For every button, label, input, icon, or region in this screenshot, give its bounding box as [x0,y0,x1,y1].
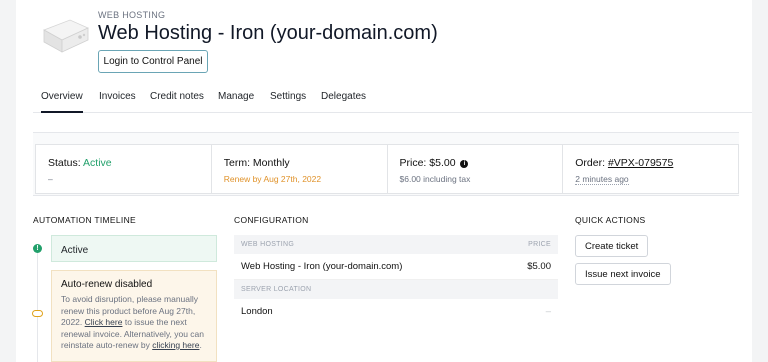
issue-invoice-link[interactable]: Click here [85,317,123,327]
price-column-header: PRICE [528,241,551,248]
link-icon [32,310,43,317]
order-label: Order: [575,157,606,169]
configuration-heading: CONFIGURATION [234,215,309,225]
tab-invoices[interactable]: Invoices [99,91,136,102]
page-title: Web Hosting - Iron (your-domain.com) [98,22,438,44]
price-value: $5.00 [429,157,456,169]
issue-next-invoice-button[interactable]: Issue next invoice [575,263,671,285]
warn-text: . [199,340,202,350]
auto-renew-title: Auto-renew disabled [61,279,153,290]
location-price: – [545,306,551,317]
tab-settings[interactable]: Settings [270,91,306,102]
tab-manage[interactable]: Manage [218,91,254,102]
timeline-line [37,247,38,362]
server-box-icon [43,19,89,53]
page: WEB HOSTING Web Hosting - Iron (your-dom… [16,0,752,362]
term-label: Term: [223,157,250,169]
term-value: Monthly [252,157,290,169]
status-sub: – [48,174,53,184]
config-row: London – [234,299,558,324]
order-link[interactable]: #VPX-079575 [608,157,673,169]
price-card: Price: $5.00 i $6.00 including tax [388,145,564,193]
price-label: Price: [399,157,427,169]
login-control-panel-button[interactable]: Login to Control Panel [98,50,208,73]
term-card: Term: Monthly Renew by Aug 27th, 2022 [212,145,388,193]
tab-credit-notes[interactable]: Credit notes [150,91,204,102]
group-label: SERVER LOCATION [241,286,312,293]
status-card: Status: Active – [36,145,212,193]
create-ticket-button[interactable]: Create ticket [575,235,649,257]
group-label: WEB HOSTING [241,241,295,248]
product-category: WEB HOSTING [98,10,166,20]
configuration-table: WEB HOSTING PRICE Web Hosting - Iron (yo… [234,235,558,324]
tab-overview[interactable]: Overview [41,91,83,113]
status-badge: Active [83,157,112,169]
server-location: London [241,306,273,317]
timeline-active: Active [51,235,217,262]
config-group-header: SERVER LOCATION [234,280,558,299]
price-including-tax: $6.00 including tax [399,174,471,184]
check-circle-icon: ! [33,244,42,253]
quick-actions-heading: QUICK ACTIONS [575,215,646,225]
reinstate-auto-renew-link[interactable]: clicking here [152,340,199,350]
config-row: Web Hosting - Iron (your-domain.com) $5.… [234,254,558,280]
automation-timeline-heading: AUTOMATION TIMELINE [33,215,136,225]
config-group-header: WEB HOSTING PRICE [234,235,558,254]
info-icon[interactable]: i [460,160,469,168]
auto-renew-message: To avoid disruption, please manually ren… [61,294,207,352]
config-item-price: $5.00 [527,261,551,272]
auto-renew-warning: Auto-renew disabled To avoid disruption,… [51,270,217,362]
order-time: 2 minutes ago [575,174,629,185]
config-item-name: Web Hosting - Iron (your-domain.com) [241,261,403,272]
tab-delegates[interactable]: Delegates [321,91,366,102]
summary-cards: Status: Active – Term: Monthly Renew by … [35,144,739,194]
status-label: Status: [48,157,81,169]
order-card: Order: #VPX-079575 2 minutes ago [563,145,738,193]
tab-bar: Overview Invoices Credit notes Manage Se… [33,84,752,113]
renew-date: Renew by Aug 27th, 2022 [223,174,322,184]
